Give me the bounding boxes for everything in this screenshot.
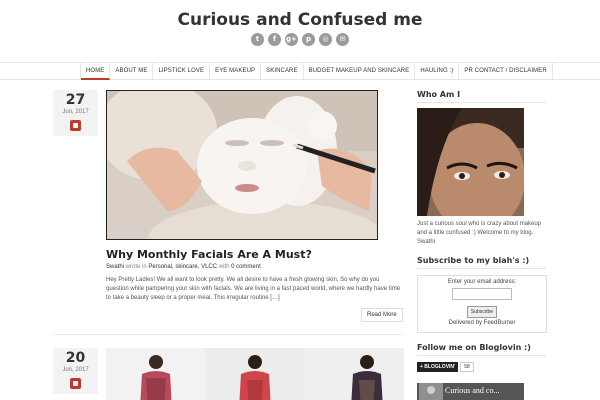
email-icon[interactable]: ✉ [336, 33, 349, 46]
pinterest-icon[interactable]: p [302, 33, 315, 46]
nav-item-budget[interactable]: BUDGET MAKEUP AND SKINCARE [304, 63, 416, 80]
facial-photo [107, 91, 377, 239]
post-date-month-2: Jun, 2017 [62, 367, 89, 373]
bloglovin-preview[interactable]: Curious and co... [417, 383, 524, 400]
widget-divider [417, 355, 546, 356]
post-divider [53, 334, 403, 335]
post-date: 27 Jun, 2017 [53, 90, 98, 136]
bloglovin-count: 58 [460, 362, 474, 372]
email-field[interactable] [452, 288, 512, 300]
google-plus-icon[interactable]: g+ [285, 33, 298, 46]
widget-divider [417, 102, 546, 103]
who-am-i-title: Who Am I [417, 90, 461, 99]
about-text: Just a curious soul who is crazy about m… [417, 221, 542, 245]
preview-title: Curious and co... [445, 386, 500, 395]
nav-item-lipstick-love[interactable]: LIPSTICK LOVE [153, 63, 211, 80]
author-photo[interactable] [417, 108, 524, 216]
subscribe-form: Enter your email address: Subscribe Deli… [417, 275, 547, 333]
main-nav: HOME ABOUT ME LIPSTICK LOVE EYE MAKEUP S… [0, 62, 600, 80]
post-meta: Swathi wrote in Personal, skincare, VLCC… [106, 264, 261, 270]
site-title[interactable]: Curious and Confused me [0, 10, 600, 30]
post-meta-wrote-in: wrote in [125, 264, 147, 270]
gallery-model-1 [106, 348, 206, 400]
email-label: Enter your email address: [447, 279, 517, 285]
instagram-icon[interactable]: ◎ [319, 33, 332, 46]
bloglovin-badge[interactable]: + BLOGLOVIN' 58 [417, 362, 474, 372]
nav-item-pr-contact[interactable]: PR CONTACT / DISCLAIMER [459, 63, 553, 80]
post-excerpt: Hey Pretty Ladies! We all want to look p… [106, 277, 401, 301]
post-date-day: 27 [65, 92, 86, 108]
post-format-icon-2 [70, 378, 81, 389]
bloglovin-button[interactable]: + BLOGLOVIN' [417, 362, 459, 372]
post-date-month: Jun, 2017 [62, 109, 89, 115]
nav-item-about-me[interactable]: ABOUT ME [110, 63, 154, 80]
post-date-day-2: 20 [65, 350, 86, 366]
gallery-model-2 [205, 348, 305, 400]
twitter-icon[interactable]: t [251, 33, 264, 46]
subscribe-button[interactable]: Subscribe [466, 306, 498, 318]
nav-item-skincare[interactable]: SKINCARE [261, 63, 304, 80]
social-links: t f g+ p ◎ ✉ [0, 33, 600, 46]
gallery-model-3 [304, 348, 404, 400]
delivered-by[interactable]: Delivered by FeedBurner [418, 320, 546, 326]
nav-item-eye-makeup[interactable]: EYE MAKEUP [210, 63, 262, 80]
nav-item-hauling[interactable]: HAULING :) [415, 63, 460, 80]
post-featured-image[interactable] [106, 90, 378, 240]
post-comments[interactable]: 0 comment [231, 264, 261, 270]
nav-item-home[interactable]: HOME [81, 63, 111, 80]
read-more-button[interactable]: Read More [361, 308, 403, 322]
post-format-icon [70, 120, 81, 131]
post-categories[interactable]: Personal, skincare, VLCC [148, 264, 217, 270]
post-meta-with: with [218, 264, 230, 270]
preview-thumbnail [419, 383, 443, 400]
subscribe-title: Subscribe to my blah's :) [417, 256, 530, 265]
post-date-2: 20 Jun, 2017 [53, 348, 98, 394]
post-featured-image-2[interactable] [106, 348, 404, 400]
facebook-icon[interactable]: f [268, 33, 281, 46]
widget-divider [417, 268, 546, 269]
post-title[interactable]: Why Monthly Facials Are A Must? [106, 248, 312, 261]
follow-title: Follow me on Bloglovin :) [417, 343, 531, 352]
post-author[interactable]: Swathi [106, 264, 124, 270]
